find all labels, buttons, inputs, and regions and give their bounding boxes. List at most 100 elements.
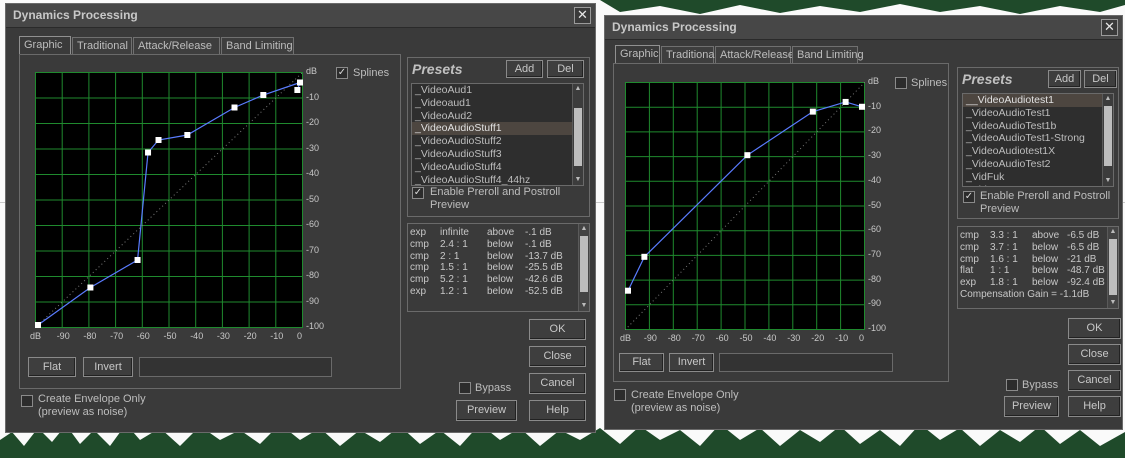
curve-control-point[interactable]	[859, 103, 865, 110]
curve-control-point[interactable]	[134, 257, 141, 263]
curve-control-point[interactable]	[625, 287, 631, 294]
create-envelope-checkbox[interactable]	[614, 389, 626, 401]
preset-list-item[interactable]: _VidFuk	[963, 171, 1113, 184]
curve-control-point[interactable]	[260, 92, 267, 98]
invert-button[interactable]: Invert	[83, 357, 133, 377]
preset-list-item[interactable]: _VideoAudioTest1	[963, 107, 1113, 120]
summary-ratio: 1.5 : 1	[440, 262, 468, 274]
curve-control-point[interactable]	[35, 322, 41, 328]
transfer-graph[interactable]	[624, 81, 866, 331]
preset-list-item[interactable]: _VideoAudioTest1b	[963, 120, 1113, 133]
transfer-graph[interactable]	[34, 71, 304, 329]
x-axis-tick-label: -90	[56, 331, 70, 341]
preview-button[interactable]: Preview	[456, 400, 517, 421]
curve-control-point[interactable]	[294, 87, 301, 93]
preset-list-item[interactable]: __VideoAudiotest1	[963, 94, 1113, 107]
presets-list[interactable]: __VideoAudiotest1 _VideoAudioTest1 _VideoA…	[962, 93, 1114, 187]
curve-control-point[interactable]	[641, 253, 648, 260]
splines-checkbox[interactable]: ✓	[336, 67, 348, 79]
curve-control-point[interactable]	[145, 149, 152, 156]
x-axis-tick-label: -80	[83, 331, 97, 341]
summary-mode: flat	[960, 265, 974, 277]
flat-button[interactable]: Flat	[619, 353, 664, 372]
invert-button[interactable]: Invert	[669, 353, 714, 372]
close-icon[interactable]: ✕	[1101, 19, 1118, 36]
curve-control-point[interactable]	[155, 137, 162, 143]
flat-button[interactable]: Flat	[28, 357, 76, 377]
close-button[interactable]: Close	[1068, 344, 1121, 365]
bypass-checkbox[interactable]	[1006, 379, 1018, 391]
scroll-up-icon[interactable]: ▲	[573, 84, 583, 94]
summary-row: cmp 1.5 : 1 below -25.5 dB	[410, 262, 589, 274]
preroll-checkbox[interactable]: ✓	[963, 191, 975, 203]
scroll-up-icon[interactable]: ▲	[579, 224, 589, 234]
scroll-thumb[interactable]	[580, 236, 588, 292]
presets-list[interactable]: _VideoAud1 _Videoaud1 _VideoAud2 _VideoAudi…	[411, 83, 584, 186]
add-preset-button[interactable]: Add	[1048, 70, 1081, 88]
tab-traditional[interactable]: Traditional	[72, 37, 132, 55]
preset-list-item[interactable]: _Videoaud1	[412, 97, 583, 110]
preset-list-item[interactable]: _VideoAudioStuff4_44hz	[412, 174, 583, 185]
tab-attack-release[interactable]: Attack/Release	[133, 37, 220, 55]
help-button[interactable]: Help	[1068, 396, 1121, 417]
add-preset-button[interactable]: Add	[506, 60, 543, 78]
transfer-curve-svg[interactable]	[34, 71, 304, 329]
bypass-checkbox[interactable]	[459, 382, 471, 394]
curve-control-point[interactable]	[184, 132, 191, 138]
ok-button[interactable]: OK	[1068, 318, 1121, 339]
x-axis-tick-label: -30	[216, 331, 230, 341]
preset-list-item[interactable]: _VideoAud2	[412, 110, 583, 123]
scroll-down-icon[interactable]: ▼	[1108, 298, 1118, 308]
preset-list-item[interactable]: _VideoAudioStuff3	[412, 148, 583, 161]
scroll-up-icon[interactable]: ▲	[1108, 227, 1118, 237]
summary-scrollbar[interactable]: ▲ ▼	[578, 224, 589, 311]
tab-graphic[interactable]: Graphic	[615, 45, 660, 63]
tab-band-limiting[interactable]: Band Limiting	[792, 46, 864, 64]
presets-scrollbar[interactable]: ▲ ▼	[1102, 94, 1113, 186]
delete-preset-button[interactable]: Del	[547, 60, 584, 78]
create-envelope-checkbox[interactable]	[21, 395, 33, 407]
ok-button[interactable]: OK	[529, 319, 586, 340]
transfer-curve-svg[interactable]	[624, 81, 866, 331]
delete-preset-button[interactable]: Del	[1084, 70, 1117, 88]
help-button[interactable]: Help	[529, 400, 586, 421]
presets-scrollbar[interactable]: ▲ ▼	[572, 84, 583, 185]
scroll-up-icon[interactable]: ▲	[1103, 94, 1113, 104]
curve-control-point[interactable]	[87, 284, 94, 291]
curve-control-point[interactable]	[297, 79, 303, 86]
tab-graphic[interactable]: Graphic	[19, 36, 71, 54]
y-axis-tick-label: -90	[306, 295, 320, 306]
splines-checkbox[interactable]	[895, 77, 907, 89]
preset-list-item[interactable]: _VideoAudiotest1X	[963, 145, 1113, 158]
scroll-thumb[interactable]	[574, 108, 582, 166]
curve-control-point[interactable]	[744, 152, 751, 159]
preview-button[interactable]: Preview	[1004, 396, 1059, 417]
preset-list-item[interactable]: _VidV1	[963, 184, 1113, 186]
close-icon[interactable]: ✕	[574, 7, 591, 24]
scroll-down-icon[interactable]: ▼	[1103, 176, 1113, 186]
cancel-button[interactable]: Cancel	[1068, 370, 1121, 391]
cancel-button[interactable]: Cancel	[529, 373, 586, 394]
dialog-title: Dynamics Processing	[13, 8, 138, 22]
summary-scrollbar[interactable]: ▲ ▼	[1107, 227, 1118, 308]
tab-traditional[interactable]: Traditional	[661, 46, 717, 64]
tab-attack-release[interactable]: Attack/Release	[715, 46, 794, 64]
preroll-checkbox[interactable]: ✓	[412, 187, 424, 199]
y-axis-tick-label: -80	[306, 270, 320, 280]
preset-list-item[interactable]: _VideoAudioStuff1	[412, 122, 583, 136]
preset-list-item[interactable]: _VideoAudioStuff2	[412, 135, 583, 148]
scroll-thumb[interactable]	[1109, 239, 1117, 295]
preset-list-item[interactable]: _VideoAudioStuff4	[412, 161, 583, 174]
preset-list-item[interactable]: _VideoAudioTest2	[963, 158, 1113, 171]
curve-control-point[interactable]	[842, 98, 849, 105]
summary-threshold: -42.6 dB	[525, 274, 563, 286]
preset-list-item[interactable]: _VideoAudioTest1-Strong	[963, 132, 1113, 145]
close-button[interactable]: Close	[529, 346, 586, 367]
scroll-down-icon[interactable]: ▼	[579, 301, 589, 311]
preset-list-item[interactable]: _VideoAud1	[412, 84, 583, 97]
scroll-down-icon[interactable]: ▼	[573, 175, 583, 185]
tab-band-limiting[interactable]: Band Limiting	[221, 37, 294, 55]
curve-control-point[interactable]	[809, 108, 816, 115]
scroll-thumb[interactable]	[1104, 106, 1112, 166]
curve-control-point[interactable]	[231, 104, 238, 111]
